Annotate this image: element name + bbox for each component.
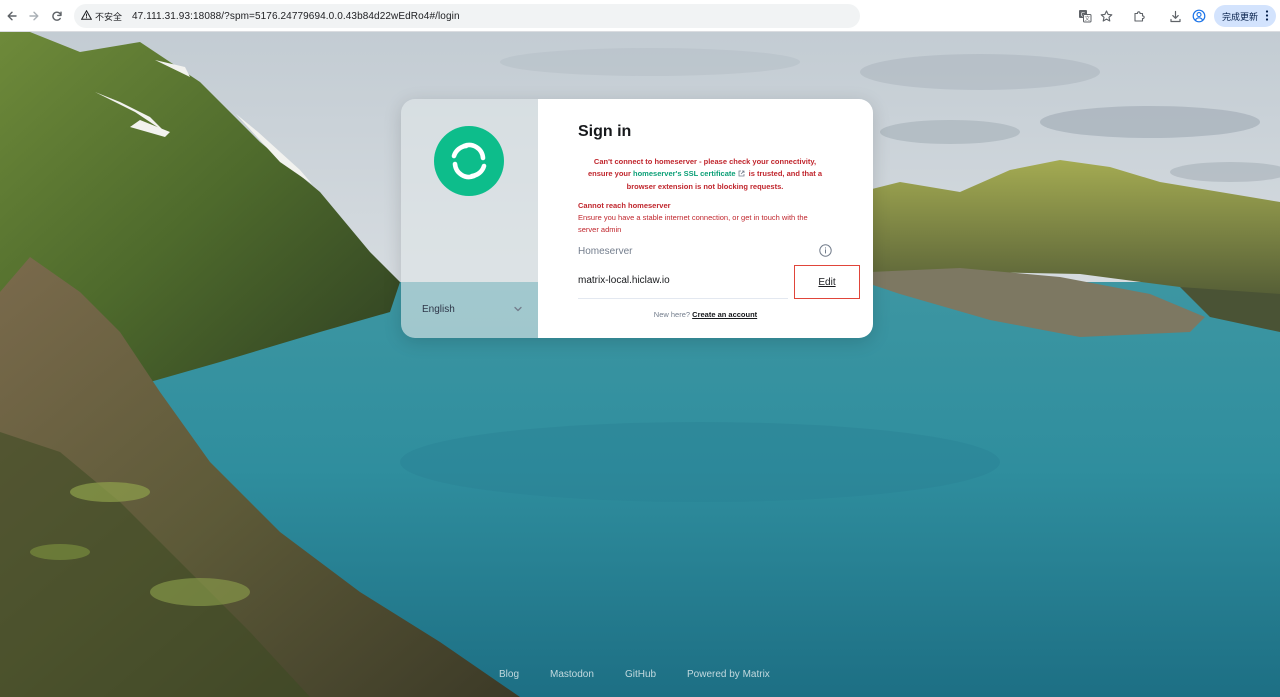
signup-prompt: New here? Create an account	[538, 310, 873, 319]
login-form: Sign in Can't connect to homeserver - pl…	[538, 99, 873, 338]
browser-toolbar: 不安全 47.111.31.93:18088/?spm=5176.2477969…	[0, 0, 1280, 32]
ssl-certificate-link[interactable]: homeserver's SSL certificate	[633, 169, 736, 178]
security-chip[interactable]: 不安全	[80, 9, 123, 23]
url-text: 47.111.31.93:18088/?spm=5176.24779694.0.…	[132, 10, 460, 22]
divider	[578, 298, 788, 299]
page-title: Sign in	[578, 123, 632, 140]
translate-icon[interactable]: G文	[1076, 7, 1094, 25]
external-link-icon	[738, 169, 745, 181]
error-line-2: ensure your homeserver's SSL certificate…	[574, 168, 836, 181]
reload-icon[interactable]	[47, 6, 67, 26]
footer-powered-link[interactable]: Powered by Matrix	[687, 669, 770, 680]
back-icon[interactable]	[2, 6, 22, 26]
update-button[interactable]: 完成更新	[1214, 5, 1276, 27]
download-icon[interactable]	[1166, 7, 1184, 25]
info-icon[interactable]	[819, 244, 832, 262]
star-icon[interactable]	[1097, 7, 1115, 25]
chevron-down-icon	[514, 304, 522, 315]
connection-error: Can't connect to homeserver - please che…	[574, 156, 836, 193]
profile-icon[interactable]	[1190, 7, 1208, 25]
error-line-2-suffix: is trusted, and that a	[746, 169, 822, 178]
warning-icon	[80, 9, 93, 22]
update-label: 完成更新	[1222, 11, 1259, 22]
create-account-link[interactable]: Create an account	[692, 310, 757, 319]
language-label: English	[422, 303, 455, 315]
address-bar[interactable]: 不安全 47.111.31.93:18088/?spm=5176.2477969…	[74, 4, 860, 28]
error-line-1: Can't connect to homeserver - please che…	[593, 157, 817, 166]
card-sidebar: English	[401, 99, 538, 338]
footer-links: Blog Mastodon GitHub Powered by Matrix	[0, 669, 1280, 683]
homeserver-value: matrix-local.hiclaw.io	[578, 275, 670, 286]
forward-icon[interactable]	[24, 6, 44, 26]
footer-mastodon-link[interactable]: Mastodon	[550, 669, 594, 680]
svg-text:文: 文	[1084, 15, 1090, 23]
error-line-3: browser extension is not blocking reques…	[626, 182, 784, 191]
homeserver-label: Homeserver	[578, 246, 633, 257]
more-icon[interactable]	[1265, 9, 1269, 24]
new-here-text: New here?	[653, 310, 693, 319]
security-label: 不安全	[95, 11, 123, 22]
error-line-2-prefix: ensure your	[588, 169, 634, 178]
footer-blog-link[interactable]: Blog	[499, 669, 519, 680]
language-dropdown[interactable]: English	[422, 299, 522, 319]
unreachable-title: Cannot reach homeserver	[578, 201, 671, 210]
extensions-icon[interactable]	[1130, 7, 1148, 25]
edit-homeserver-button[interactable]: Edit	[794, 265, 860, 299]
element-logo-icon	[434, 126, 504, 196]
unreachable-description: Ensure you have a stable internet connec…	[578, 213, 808, 234]
login-card: English Sign in Can't connect to homeser…	[401, 99, 873, 338]
footer-github-link[interactable]: GitHub	[625, 669, 656, 680]
